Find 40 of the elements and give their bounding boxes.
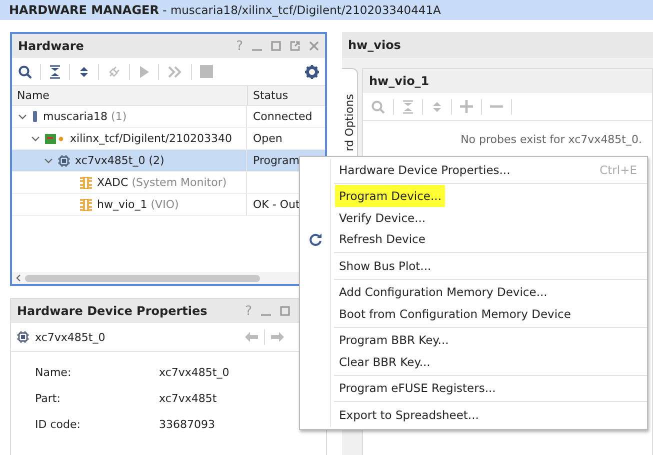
column-header: Name <box>16 89 50 102</box>
menu-label: Program Device... <box>335 185 446 208</box>
node-name: hw_vio_1 <box>97 198 148 211</box>
object-name: xc7vx485t_0 <box>35 330 106 344</box>
menu-label: Add Configuration Memory Device... <box>338 285 548 300</box>
status-text: Connected <box>253 110 312 123</box>
window-title: HARDWARE MANAGER <box>9 3 159 17</box>
node-count: (2) <box>148 154 164 167</box>
panel-title: hw_vios <box>348 38 402 52</box>
menu-label: Verify Device... <box>338 210 427 225</box>
empty-message: No probes exist for xc7vx485t_0. <box>460 132 643 146</box>
property-value: 33687093 <box>159 418 216 431</box>
panel-title: hw_vio_1 <box>369 74 430 88</box>
status-text: Program <box>253 154 300 167</box>
status-text: Open <box>253 132 282 145</box>
menu-label: Show Bus Plot... <box>338 258 432 273</box>
property-label: ID code: <box>35 418 82 431</box>
menu-label: Export to Spreadsheet... <box>338 408 480 422</box>
menu-label: Clear BBR Key... <box>338 354 432 369</box>
node-name: xc7vx485t_0 <box>75 154 146 167</box>
property-value: xc7vx485t <box>159 392 218 405</box>
property-label: Part: <box>35 392 62 405</box>
menu-label: Program eFUSE Registers... <box>338 381 497 396</box>
status-text: OK - Out <box>253 198 300 211</box>
node-name: XADC <box>97 176 128 189</box>
column-header: Status <box>247 86 325 105</box>
menu-label: Boot from Configuration Memory Device <box>338 306 572 321</box>
property-label: Name: <box>35 366 72 379</box>
property-value: xc7vx485t_0 <box>159 366 230 379</box>
panel-title: Hardware Device Properties <box>17 304 208 318</box>
shortcut-text: Ctrl+E <box>600 162 637 177</box>
node-count: (VIO) <box>150 198 179 211</box>
node-count: (1) <box>111 110 127 123</box>
panel-title: Hardware <box>18 39 85 53</box>
node-name: muscaria18 <box>43 110 108 123</box>
node-name: xilinx_tcf/Digilent/210203340 <box>70 132 232 145</box>
window-path: - muscaria18/xilinx_tcf/Digilent/210203340441A <box>162 3 441 17</box>
node-count: (System Monitor) <box>132 176 227 189</box>
menu-label: Refresh Device <box>338 232 426 246</box>
menu-label: Program BBR Key... <box>338 333 450 348</box>
